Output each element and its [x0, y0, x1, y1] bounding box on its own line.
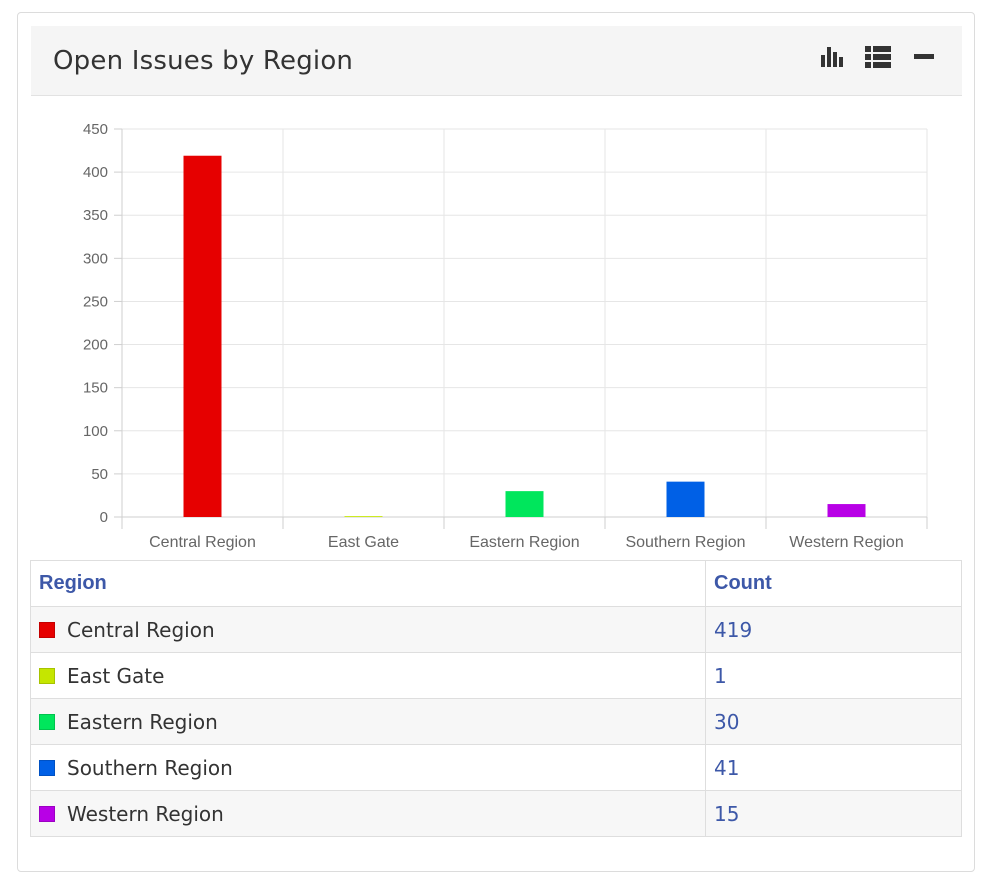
- region-table: Region Count Central Region 419 East Gate 1…: [30, 560, 962, 837]
- y-tick-label: 150: [83, 380, 108, 397]
- panel-header: Open Issues by Region: [31, 26, 962, 96]
- region-label: East Gate: [67, 663, 165, 688]
- count-cell[interactable]: 41: [705, 744, 962, 791]
- table-header-row: Region Count: [30, 560, 962, 607]
- bar-western-region: [827, 504, 866, 517]
- color-swatch: [39, 621, 55, 638]
- y-tick-label: 450: [83, 123, 108, 138]
- x-tick-label: Southern Region: [625, 534, 745, 551]
- y-tick-label: 250: [83, 293, 108, 310]
- x-tick-label: Eastern Region: [469, 534, 579, 551]
- color-swatch: [39, 713, 55, 730]
- y-tick-label: 200: [83, 337, 108, 354]
- column-header-region[interactable]: Region: [30, 560, 706, 607]
- count-cell[interactable]: 1: [705, 652, 962, 699]
- table-row: Central Region 419: [30, 606, 962, 653]
- region-table-wrapper: Region Count Central Region 419 East Gate 1…: [30, 560, 962, 837]
- list-view-button[interactable]: [863, 42, 893, 72]
- bar-chart-svg: 0 50 100 150 200 250 300 350 400 450 Central Regio…: [83, 121, 928, 551]
- bar-east-gate: [344, 516, 383, 517]
- table-row: Western Region 15: [30, 790, 962, 837]
- bar-chart: 0 50 100 150 200 250 300 350 400 450 Central Regio…: [48, 121, 948, 568]
- region-cell: Western Region: [30, 790, 706, 837]
- bar-eastern-region: [505, 491, 544, 517]
- y-tick-label: 300: [83, 250, 108, 267]
- minimize-button[interactable]: [909, 42, 939, 72]
- color-swatch: [39, 805, 55, 822]
- bar-central-region: [183, 155, 222, 517]
- y-tick-label: 50: [91, 466, 108, 483]
- table-row: East Gate 1: [30, 652, 962, 699]
- x-tick-label: Western Region: [789, 534, 903, 551]
- column-header-count[interactable]: Count: [705, 560, 962, 607]
- region-cell: East Gate: [30, 652, 706, 699]
- table-row: Southern Region 41: [30, 744, 962, 791]
- y-tick-label: 350: [83, 207, 108, 224]
- region-label: Central Region: [67, 617, 215, 642]
- region-label: Eastern Region: [67, 709, 218, 734]
- x-tick-label: East Gate: [328, 534, 399, 551]
- region-label: Western Region: [67, 801, 224, 826]
- bar-chart-icon: [821, 47, 843, 67]
- list-icon: [865, 46, 891, 68]
- table-row: Eastern Region 30: [30, 698, 962, 745]
- count-cell[interactable]: 30: [705, 698, 962, 745]
- region-cell: Southern Region: [30, 744, 706, 791]
- region-cell: Eastern Region: [30, 698, 706, 745]
- y-tick-label: 400: [83, 164, 108, 181]
- bar-southern-region: [666, 481, 705, 517]
- count-cell[interactable]: 419: [705, 606, 962, 653]
- count-cell[interactable]: 15: [705, 790, 962, 837]
- region-cell: Central Region: [30, 606, 706, 653]
- region-label: Southern Region: [67, 755, 233, 780]
- bar-chart-button[interactable]: [817, 42, 847, 72]
- y-tick-label: 0: [100, 509, 108, 526]
- panel-title: Open Issues by Region: [53, 46, 354, 76]
- minimize-icon: [914, 54, 934, 59]
- issues-panel: Open Issues by Region 0 50 100 150 200 2…: [17, 12, 975, 872]
- x-tick-label: Central Region: [149, 534, 256, 551]
- color-swatch: [39, 759, 55, 776]
- y-tick-label: 100: [83, 423, 108, 440]
- color-swatch: [39, 667, 55, 684]
